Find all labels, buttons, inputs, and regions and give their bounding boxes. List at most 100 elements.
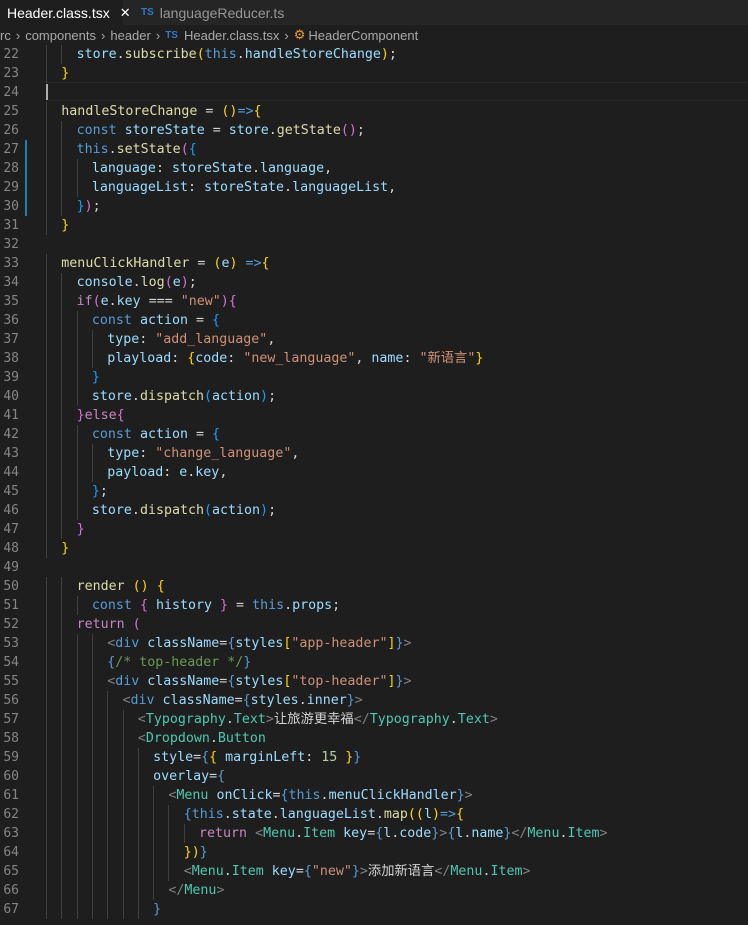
breadcrumb-item-header[interactable]: header: [110, 28, 150, 43]
code-line[interactable]: 22 store.subscribe(this.handleStoreChange…: [0, 45, 748, 64]
code-line[interactable]: 33 menuClickHandler = (e) =>{: [0, 254, 748, 273]
code-line[interactable]: 67}: [0, 900, 748, 919]
indent-guide: [61, 463, 63, 482]
code-line[interactable]: 32: [0, 235, 748, 254]
code-token: .: [284, 180, 293, 195]
code-line[interactable]: 65 <Menu.Item key={"new"}>添加新语言</Menu.Ite…: [0, 862, 748, 881]
code-line[interactable]: 42 const action = {: [0, 425, 748, 444]
code-line[interactable]: 52 return (: [0, 615, 748, 634]
code-line[interactable]: 57 <Typography.Text>让旅游更幸福</Typography.Te…: [0, 710, 748, 729]
code-token: .: [236, 47, 245, 62]
code-line[interactable]: 23}: [0, 64, 748, 83]
indent-guide: [46, 121, 47, 140]
code-line[interactable]: 36 const action = {: [0, 311, 748, 330]
code-line[interactable]: 64})}: [0, 843, 748, 862]
indent-guide: [76, 881, 78, 900]
code-token: .: [449, 712, 458, 727]
code-token: {: [280, 788, 289, 803]
code-line[interactable]: 48}: [0, 539, 748, 558]
code-token: >: [489, 712, 498, 727]
code-line[interactable]: 50 render () {: [0, 577, 748, 596]
indent-guide: [76, 805, 78, 824]
code-token: }: [153, 902, 162, 917]
code-text: menuClickHandler = (e) =>{: [61, 254, 269, 273]
breadcrumb-item-components[interactable]: components: [25, 28, 96, 43]
code-line[interactable]: 63 return <Menu.Item key={l.code}>{l.name…: [0, 824, 748, 843]
code-line[interactable]: 26 const storeState = store.getState();: [0, 121, 748, 140]
code-line[interactable]: 39}: [0, 368, 748, 387]
line-number: 53: [3, 636, 19, 651]
code-line[interactable]: 43 type: "change_language",: [0, 444, 748, 463]
line-number: 62: [3, 807, 19, 822]
code-line[interactable]: 46 store.dispatch(action);: [0, 501, 748, 520]
tab-header-class[interactable]: Header.class.tsx ✕: [0, 0, 131, 25]
code-line[interactable]: 41}else{: [0, 406, 748, 425]
code-line[interactable]: 53 <div className={styles["app-header"]}>: [0, 634, 748, 653]
indent-guide: [61, 881, 63, 900]
code-line[interactable]: 34 console.log(e);: [0, 273, 748, 292]
code-line[interactable]: 24: [0, 83, 748, 102]
code-token: action: [139, 427, 188, 442]
breadcrumb-item-symbol[interactable]: HeaderComponent: [308, 28, 418, 43]
code-line[interactable]: 47}: [0, 520, 748, 539]
code-line[interactable]: 61 <Menu onClick={this.menuClickHandler}>: [0, 786, 748, 805]
indent-guide: [46, 45, 47, 64]
code-line[interactable]: 66 </Menu>: [0, 881, 748, 900]
indent-guide: [76, 596, 78, 615]
code-token: store: [76, 47, 117, 62]
code-line[interactable]: 51 const { history } = this.props;: [0, 596, 748, 615]
code-token: code: [399, 826, 432, 841]
code-line[interactable]: 62 {this.state.languageList.map((l)=>{: [0, 805, 748, 824]
code-text: const { history } = this.props;: [92, 596, 340, 615]
indent-guide: [137, 767, 139, 786]
code-line[interactable]: 28 language: storeState.language,: [0, 159, 748, 178]
code-token: ;: [268, 503, 277, 518]
code-line[interactable]: 35 if(e.key === "new"){: [0, 292, 748, 311]
line-number: 38: [3, 351, 19, 366]
indent-guide: [46, 64, 47, 83]
code-token: (: [132, 617, 141, 632]
code-line[interactable]: 56 <div className={styles.inner}>: [0, 691, 748, 710]
code-editor[interactable]: 22 store.subscribe(this.handleStoreChange…: [0, 44, 748, 925]
code-line[interactable]: 37 type: "add_language",: [0, 330, 748, 349]
code-line[interactable]: 30});: [0, 197, 748, 216]
code-line[interactable]: 44 payload: e.key,: [0, 463, 748, 482]
indent-guide: [153, 843, 155, 862]
tab-language-reducer[interactable]: TS languageReducer.ts: [123, 0, 284, 25]
code-token: :: [171, 351, 188, 366]
code-line[interactable]: 27 this.setState({: [0, 140, 748, 159]
code-line[interactable]: 38 playload: {code: "new_language", name:…: [0, 349, 748, 368]
code-line[interactable]: 54 {/* top-header */}: [0, 653, 748, 672]
code-token: }: [76, 522, 85, 537]
code-line[interactable]: 25 handleStoreChange = ()=>{: [0, 102, 748, 121]
indent-guide: [46, 330, 47, 349]
code-token: =: [209, 769, 218, 784]
code-line[interactable]: 29 languageList: storeState.languageList,: [0, 178, 748, 197]
code-token: </: [168, 883, 185, 898]
code-line[interactable]: 31}: [0, 216, 748, 235]
code-line[interactable]: 40 store.dispatch(action);: [0, 387, 748, 406]
code-token: .: [225, 712, 234, 727]
code-token: =>: [237, 104, 254, 119]
breadcrumb-item-src[interactable]: rc: [0, 28, 11, 43]
code-line[interactable]: 58 <Dropdown.Button: [0, 729, 748, 748]
code-token: log: [140, 275, 165, 290]
code-token: }: [91, 484, 100, 499]
code-token: "app-header": [291, 636, 388, 651]
indent-guide: [46, 748, 47, 767]
code-token: menuClickHandler: [61, 256, 190, 271]
code-line[interactable]: 55 <div className={styles["top-header"]}>: [0, 672, 748, 691]
code-line[interactable]: 45};: [0, 482, 748, 501]
code-line[interactable]: 49: [0, 558, 748, 577]
indent-guide: [61, 425, 63, 444]
code-line[interactable]: 59 style={{ marginLeft: 15 }}: [0, 748, 748, 767]
breadcrumb-item-file[interactable]: Header.class.tsx: [184, 28, 279, 43]
indent-guide: [107, 824, 109, 843]
code-token: style: [153, 750, 194, 765]
code-token: ,: [267, 332, 276, 347]
line-number: 37: [3, 332, 19, 347]
code-text: language: storeState.language,: [92, 159, 332, 178]
indent-guide: [61, 178, 63, 197]
code-line[interactable]: 60 overlay={: [0, 767, 748, 786]
code-token: >: [403, 674, 412, 689]
